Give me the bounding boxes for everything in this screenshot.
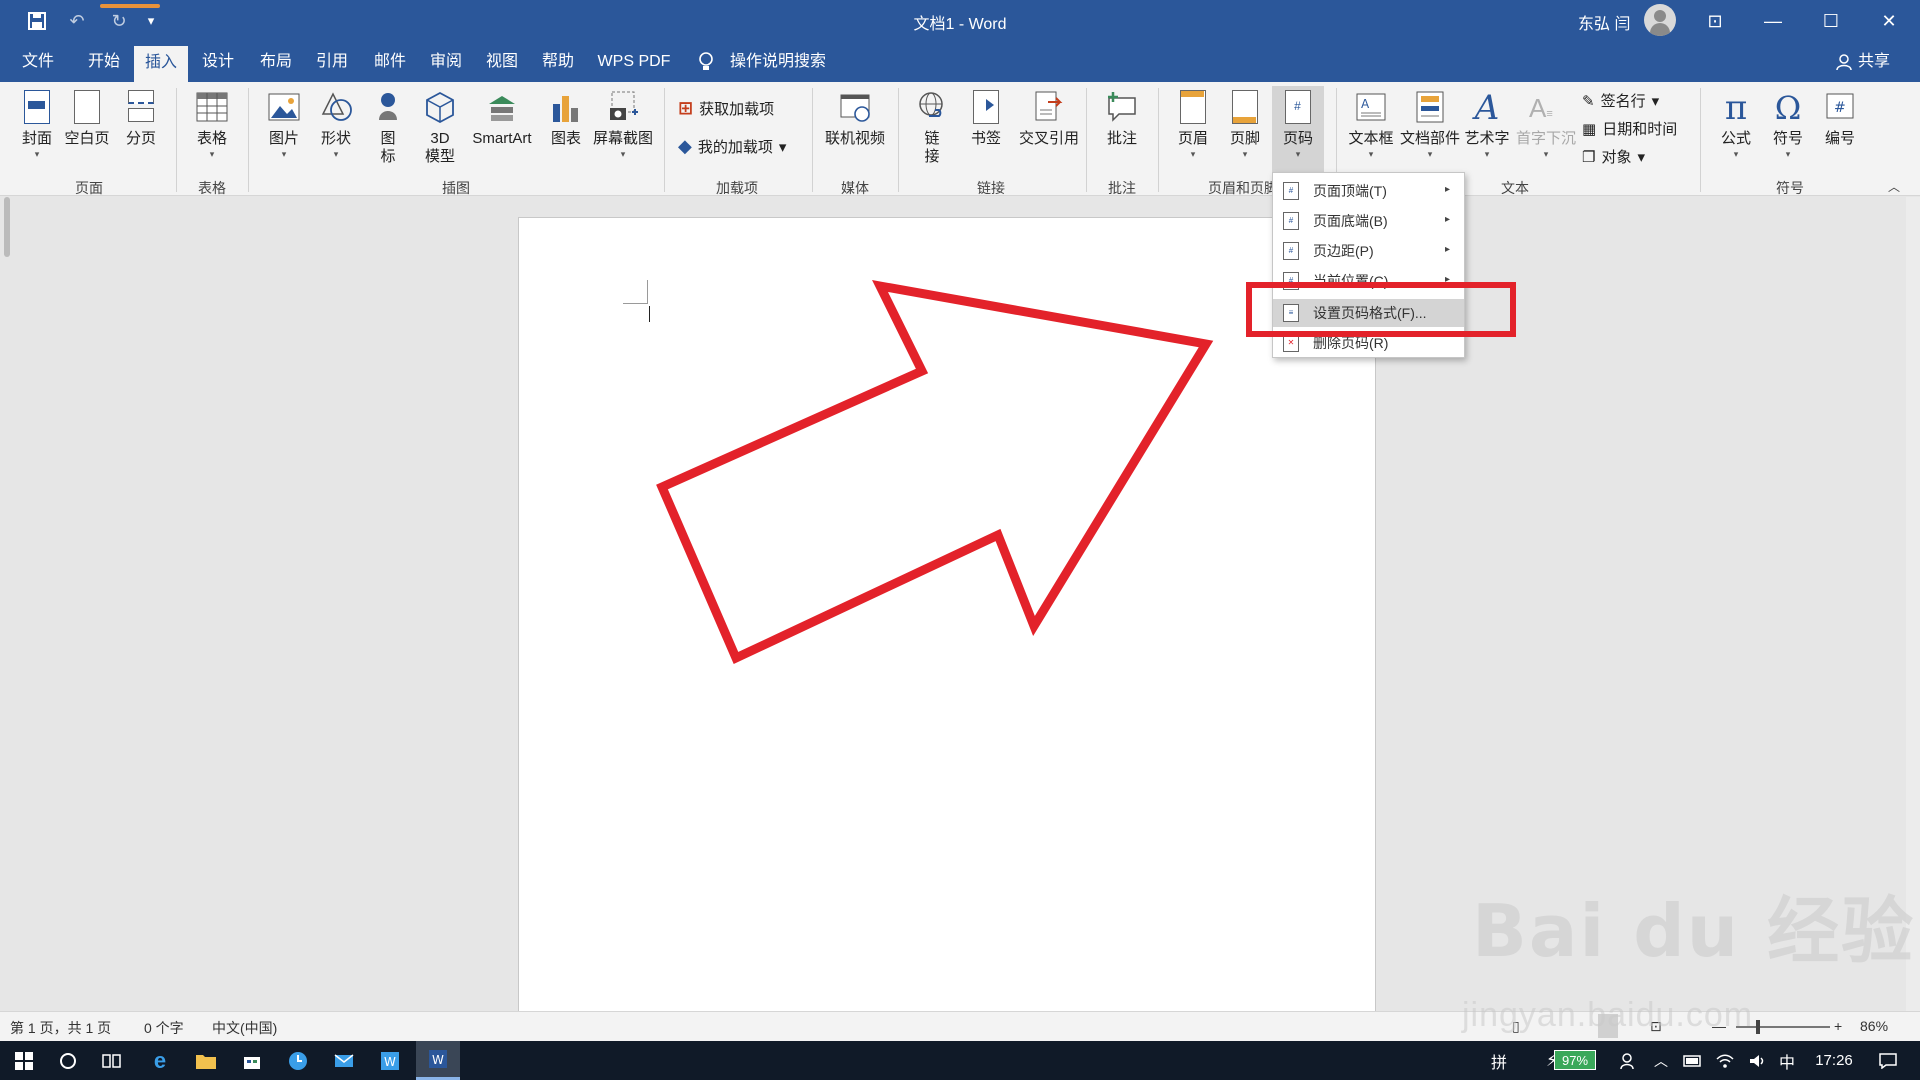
submenu-arrow-icon: ▸ — [1444, 214, 1450, 225]
page-margin-icon: # — [1283, 242, 1299, 260]
annotation-highlight-box — [1246, 282, 1516, 337]
menu-item-page-margins[interactable]: # 页边距(P) ▸ — [1273, 237, 1464, 265]
baidu-jingyan-watermark: Bai du 经验 jingyan.baidu.com — [1462, 889, 1916, 1034]
menu-item-bottom-of-page[interactable]: # 页面底端(B) ▸ — [1273, 207, 1464, 235]
submenu-arrow-icon: ▸ — [1444, 184, 1450, 195]
page-bottom-icon: # — [1283, 212, 1299, 230]
page-top-icon: # — [1283, 182, 1299, 200]
submenu-arrow-icon: ▸ — [1444, 244, 1450, 255]
menu-item-top-of-page[interactable]: # 页面顶端(T) ▸ — [1273, 177, 1464, 205]
